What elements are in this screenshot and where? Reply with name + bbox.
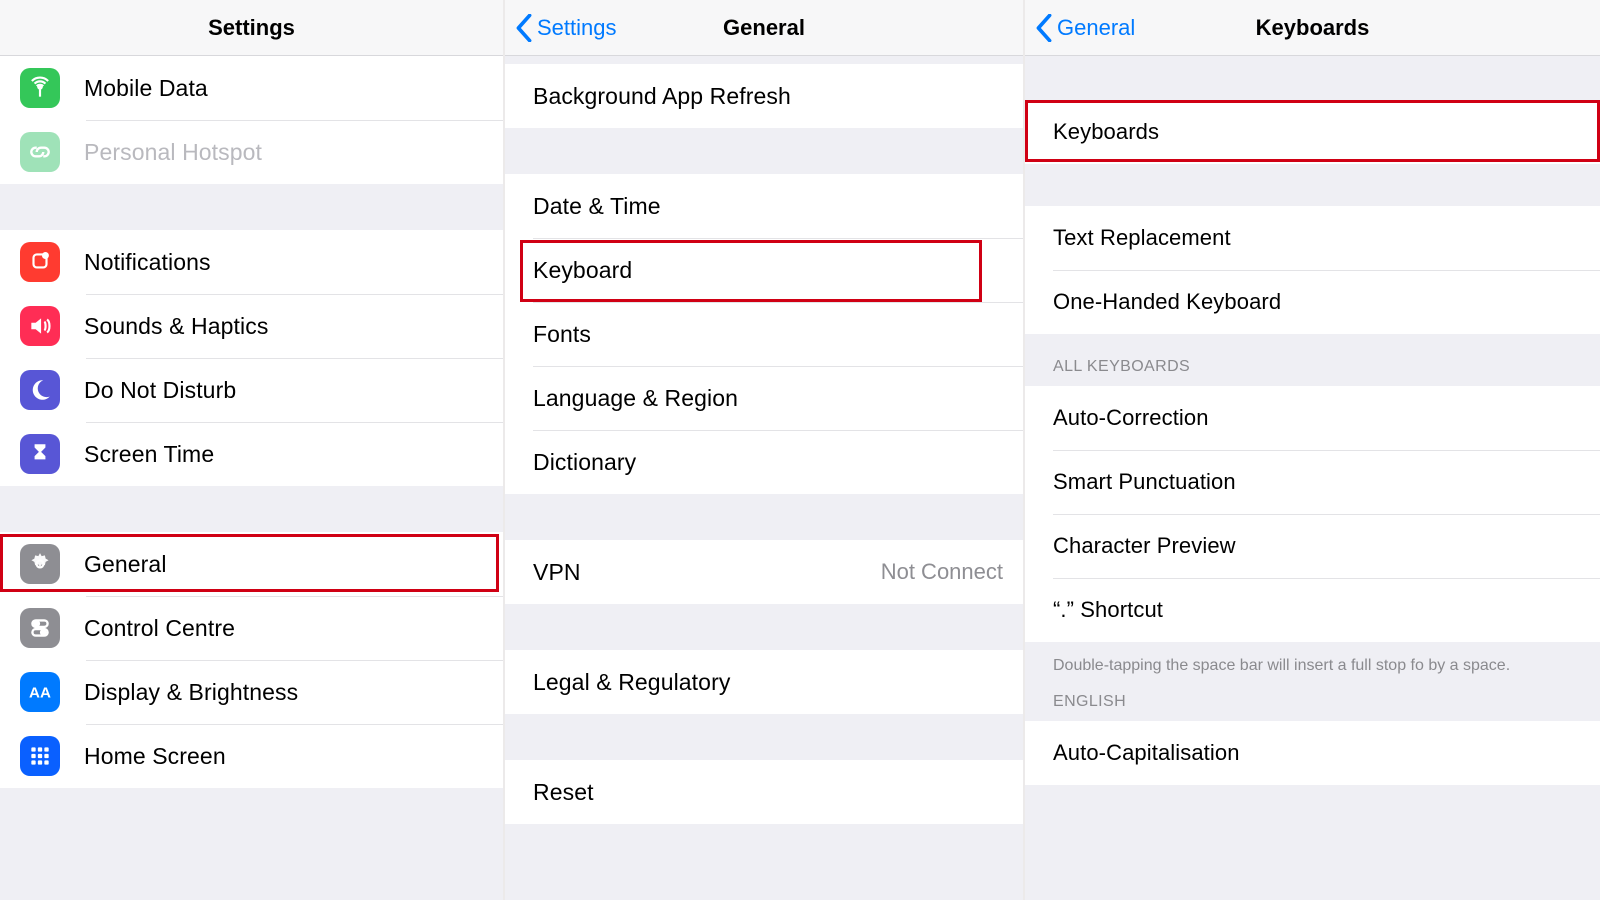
- gear-icon: [20, 544, 60, 584]
- row-reset[interactable]: Reset: [505, 760, 1023, 824]
- row-label: Auto-Correction: [1053, 405, 1209, 431]
- row-vpn[interactable]: VPN Not Connect: [505, 540, 1023, 604]
- row-label: Date & Time: [533, 193, 661, 220]
- link-icon: [20, 132, 60, 172]
- row-label: Display & Brightness: [84, 679, 298, 706]
- row-screen-time[interactable]: Screen Time: [0, 422, 503, 486]
- back-label: Settings: [537, 15, 617, 41]
- row-notifications[interactable]: Notifications: [0, 230, 503, 294]
- row-display-brightness[interactable]: AA Display & Brightness: [0, 660, 503, 724]
- toggles-icon: [20, 608, 60, 648]
- row-label: Smart Punctuation: [1053, 469, 1236, 495]
- svg-text:AA: AA: [29, 684, 51, 701]
- row-control-centre[interactable]: Control Centre: [0, 596, 503, 660]
- nav-title: General: [723, 15, 805, 41]
- keyboards-panel: General Keyboards Keyboards Text Replace…: [1025, 0, 1600, 900]
- row-home-screen[interactable]: Home Screen: [0, 724, 503, 788]
- row-label: Mobile Data: [84, 75, 208, 102]
- navbar-general: Settings General: [505, 0, 1023, 56]
- row-label: “.” Shortcut: [1053, 597, 1163, 623]
- row-keyboard[interactable]: Keyboard: [505, 238, 1023, 302]
- row-text-replacement[interactable]: Text Replacement: [1025, 206, 1600, 270]
- section-header-english: ENGLISH: [1025, 687, 1600, 721]
- row-mobile-data[interactable]: Mobile Data: [0, 56, 503, 120]
- row-label: Keyboards: [1053, 119, 1159, 145]
- general-panel: Settings General Background App Refresh …: [505, 0, 1025, 900]
- back-label: General: [1057, 15, 1135, 41]
- row-personal-hotspot[interactable]: Personal Hotspot: [0, 120, 503, 184]
- row-detail: Not Connect: [881, 559, 1003, 585]
- row-sounds-haptics[interactable]: Sounds & Haptics: [0, 294, 503, 358]
- row-label: One-Handed Keyboard: [1053, 289, 1281, 315]
- row-label: Fonts: [533, 321, 591, 348]
- bell-icon: [20, 242, 60, 282]
- row-label: Screen Time: [84, 441, 214, 468]
- antenna-icon: [20, 68, 60, 108]
- back-to-general[interactable]: General: [1035, 0, 1135, 55]
- settings-panel: Settings Mobile Data Personal Hotspot: [0, 0, 505, 900]
- row-label: Reset: [533, 779, 594, 806]
- hourglass-icon: [20, 434, 60, 474]
- row-do-not-disturb[interactable]: Do Not Disturb: [0, 358, 503, 422]
- nav-title: Keyboards: [1256, 15, 1370, 41]
- navbar-keyboards: General Keyboards: [1025, 0, 1600, 56]
- row-label: Sounds & Haptics: [84, 313, 268, 340]
- row-label: Keyboard: [533, 257, 632, 284]
- row-label: Control Centre: [84, 615, 235, 642]
- row-fonts[interactable]: Fonts: [505, 302, 1023, 366]
- row-label: General: [84, 551, 167, 578]
- row-smart-punctuation[interactable]: Smart Punctuation: [1025, 450, 1600, 514]
- row-label: Language & Region: [533, 385, 738, 412]
- aa-icon: AA: [20, 672, 60, 712]
- row-label: Character Preview: [1053, 533, 1236, 559]
- row-label: Notifications: [84, 249, 211, 276]
- nav-title: Settings: [208, 15, 295, 41]
- back-to-settings[interactable]: Settings: [515, 0, 617, 55]
- section-footer-shortcut: Double-tapping the space bar will insert…: [1025, 642, 1600, 687]
- chevron-left-icon: [1035, 14, 1053, 42]
- row-label: Dictionary: [533, 449, 636, 476]
- row-label: VPN: [533, 559, 581, 586]
- row-general[interactable]: General: [0, 532, 503, 596]
- row-label: Personal Hotspot: [84, 139, 262, 166]
- row-label: Text Replacement: [1053, 225, 1231, 251]
- section-header-all-keyboards: ALL KEYBOARDS: [1025, 334, 1600, 386]
- row-label: Legal & Regulatory: [533, 669, 730, 696]
- row-one-handed-keyboard[interactable]: One-Handed Keyboard: [1025, 270, 1600, 334]
- row-label: Do Not Disturb: [84, 377, 236, 404]
- grid-icon: [20, 736, 60, 776]
- row-auto-capitalisation[interactable]: Auto-Capitalisation: [1025, 721, 1600, 785]
- navbar-settings: Settings: [0, 0, 503, 56]
- row-label: Background App Refresh: [533, 83, 791, 110]
- row-character-preview[interactable]: Character Preview: [1025, 514, 1600, 578]
- speaker-icon: [20, 306, 60, 346]
- row-label: Home Screen: [84, 743, 226, 770]
- row-dot-shortcut[interactable]: “.” Shortcut: [1025, 578, 1600, 642]
- row-background-app-refresh[interactable]: Background App Refresh: [505, 64, 1023, 128]
- chevron-left-icon: [515, 14, 533, 42]
- row-auto-correction[interactable]: Auto-Correction: [1025, 386, 1600, 450]
- row-label: Auto-Capitalisation: [1053, 740, 1240, 766]
- row-keyboards[interactable]: Keyboards: [1025, 100, 1600, 164]
- row-dictionary[interactable]: Dictionary: [505, 430, 1023, 494]
- row-legal-regulatory[interactable]: Legal & Regulatory: [505, 650, 1023, 714]
- row-date-time[interactable]: Date & Time: [505, 174, 1023, 238]
- moon-icon: [20, 370, 60, 410]
- row-language-region[interactable]: Language & Region: [505, 366, 1023, 430]
